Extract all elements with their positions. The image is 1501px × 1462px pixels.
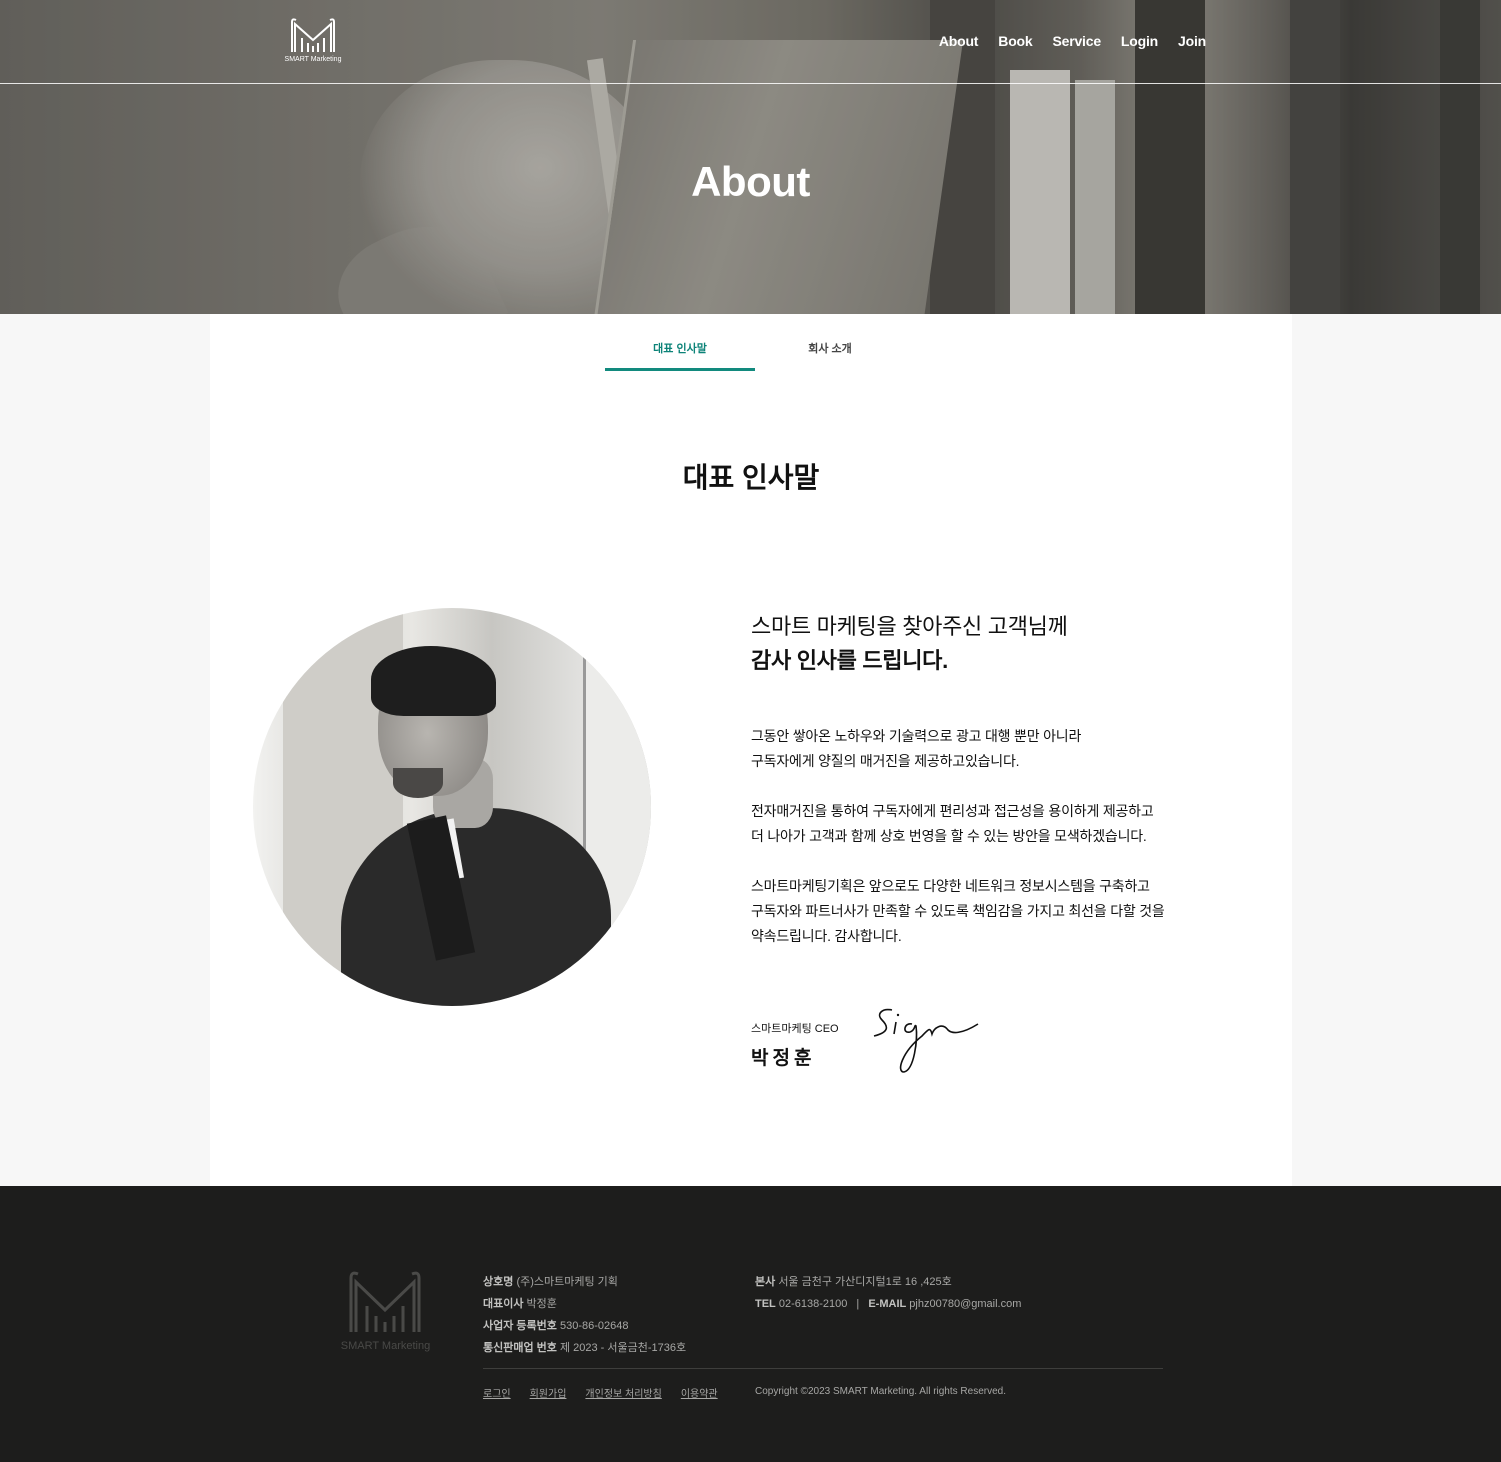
footer-company-info: 상호명 (주)스마트마케팅 기획 대표이사 박정훈 사업자 등록번호 530-8… — [483, 1276, 687, 1354]
footer-link-signup[interactable]: 회원가입 — [530, 1385, 567, 1400]
greeting-paragraph: 스마트마케팅기획은 앞으로도 다양한 네트워크 정보시스템을 구축하고 구독자와… — [751, 878, 1165, 944]
logo-icon — [349, 1271, 421, 1332]
nav-service[interactable]: Service — [1052, 33, 1101, 49]
greeting-heading-line2: 감사 인사를 드립니다. — [751, 648, 948, 673]
nav-book[interactable]: Book — [998, 33, 1032, 49]
footer-links: 로그인 회원가입 개인정보 처리방침 이용약관 — [483, 1385, 718, 1400]
footer-logo-text: SMART Marketing — [340, 1340, 431, 1352]
hero-banner: SMART Marketing About Book Service Login… — [0, 0, 1501, 314]
footer-contact-info: 본사 서울 금천구 가산디지털1로 16 ,425호 TEL 02-6138-2… — [755, 1276, 1022, 1310]
footer-link-terms[interactable]: 이용약관 — [681, 1385, 718, 1400]
greeting-heading: 스마트 마케팅을 찾아주신 고객님께 감사 인사를 드립니다. — [751, 610, 1068, 678]
greeting-paragraph: 전자매거진을 통하여 구독자에게 편리성과 접근성을 용이하게 제공하고 더 나… — [751, 803, 1154, 844]
nav-join[interactable]: Join — [1178, 33, 1206, 49]
logo-icon — [291, 18, 335, 52]
footer-divider — [483, 1368, 1163, 1369]
tab-ceo-greeting[interactable]: 대표 인사말 — [605, 314, 755, 371]
ceo-photo — [253, 608, 651, 1006]
tab-company-intro[interactable]: 회사 소개 — [755, 314, 905, 371]
footer-link-login[interactable]: 로그인 — [483, 1385, 511, 1400]
nav-about[interactable]: About — [939, 33, 979, 49]
hero-title: About — [691, 158, 810, 205]
nav-menu: About Book Service Login Join — [939, 33, 1206, 49]
footer-link-privacy[interactable]: 개인정보 처리방침 — [585, 1385, 661, 1400]
ceo-role: 스마트마케팅 CEO — [751, 1023, 839, 1035]
greeting-heading-line1: 스마트 마케팅을 찾아주신 고객님께 — [751, 614, 1068, 639]
logo-text: SMART Marketing — [284, 56, 342, 63]
signature-image — [873, 1008, 979, 1073]
ceo-name: 박정훈 — [751, 1048, 816, 1069]
greeting-body: 그동안 쌓아온 노하우와 기술력으로 광고 대행 뿐만 아니라 구독자에게 양질… — [751, 724, 1165, 974]
footer-copyright: Copyright ©2023 SMART Marketing. All rig… — [755, 1386, 1006, 1397]
greeting-paragraph: 그동안 쌓아온 노하우와 기술력으로 광고 대행 뿐만 아니라 구독자에게 양질… — [751, 728, 1082, 769]
top-nav: SMART Marketing About Book Service Login… — [0, 0, 1501, 84]
main-content: 대표 인사말 회사 소개 대표 인사말 스마트 마케팅을 찾아주신 고객님께 감… — [210, 314, 1292, 1186]
site-logo[interactable]: SMART Marketing — [284, 16, 342, 68]
tab-bar: 대표 인사말 회사 소개 — [605, 314, 905, 371]
footer-logo[interactable]: SMART Marketing — [338, 1268, 433, 1358]
site-footer: SMART Marketing 상호명 (주)스마트마케팅 기획 대표이사 박정… — [0, 1186, 1501, 1462]
nav-login[interactable]: Login — [1121, 33, 1158, 49]
section-title: 대표 인사말 — [682, 462, 820, 493]
